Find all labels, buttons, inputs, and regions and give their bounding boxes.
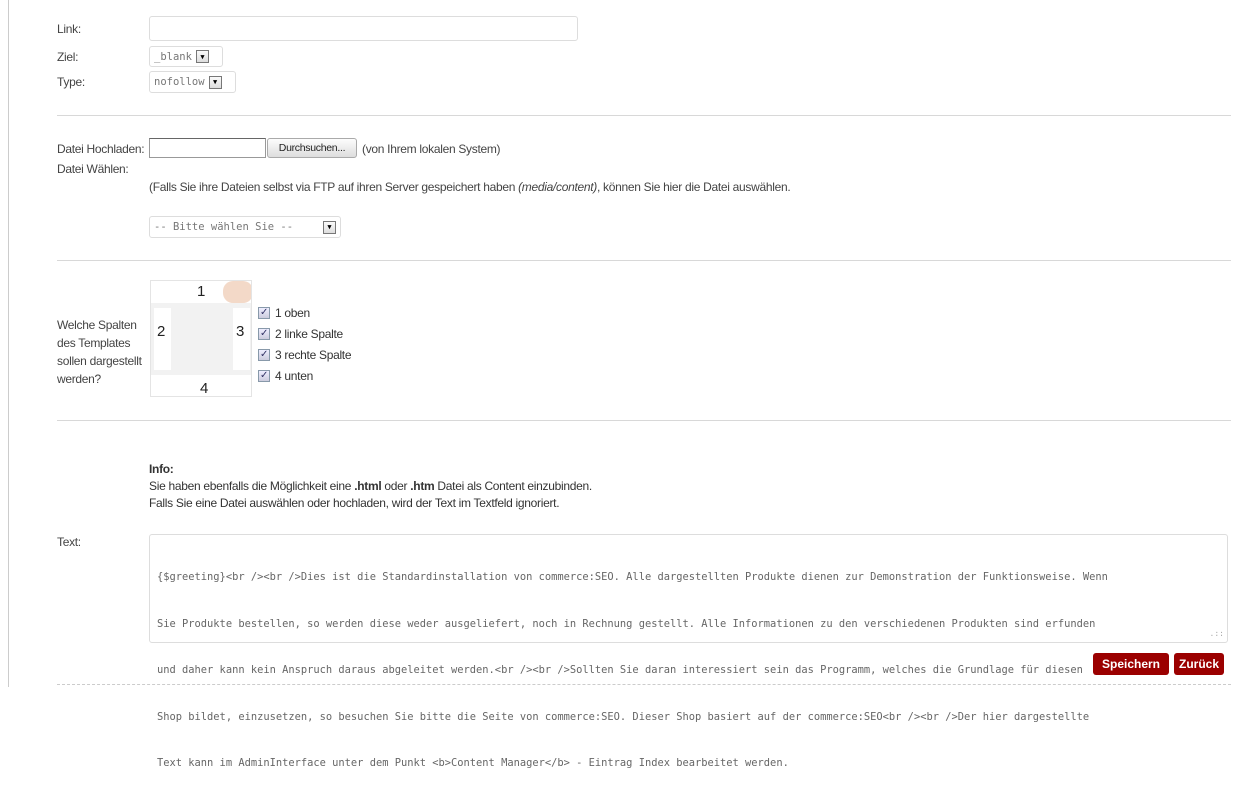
hint-path: (media/content) [518, 180, 597, 194]
save-button[interactable]: Speichern [1093, 653, 1169, 675]
link-label: Link: [57, 22, 81, 36]
choose-label: Datei Wählen: [57, 162, 129, 176]
type-label: Type: [57, 75, 85, 89]
back-button[interactable]: Zurück [1174, 653, 1224, 675]
option-label: 1 oben [275, 305, 310, 320]
text-label: Text: [57, 535, 81, 549]
hint-text: (Falls Sie ihre Dateien selbst via FTP a… [149, 180, 519, 194]
resize-handle-icon[interactable]: .:: [1210, 626, 1224, 642]
checkbox[interactable]: ✓ [258, 369, 270, 382]
textarea-line: {$greeting}<br /><br />Dies ist die Stan… [157, 571, 1108, 583]
type-select[interactable]: nofollow ▼ [149, 71, 236, 93]
column-option-left[interactable]: ✓ 2 linke Spalte [258, 323, 351, 344]
column-option-top[interactable]: ✓ 1 oben [258, 302, 351, 323]
chevron-down-icon: ▼ [195, 50, 209, 63]
info-box: Info: Sie haben ebenfalls die Möglichkei… [149, 461, 592, 512]
choose-hint: (Falls Sie ihre Dateien selbst via FTP a… [149, 180, 791, 194]
checkbox[interactable]: ✓ [258, 348, 270, 361]
checkbox[interactable]: ✓ [258, 327, 270, 340]
column-option-right[interactable]: ✓ 3 rechte Spalte [258, 344, 352, 365]
text: .htm [410, 479, 435, 493]
textarea-line: und daher kann kein Anspruch daraus abge… [157, 664, 1083, 676]
textarea-line: Text kann im AdminInterface unter dem Pu… [157, 757, 789, 769]
left-border [8, 0, 9, 687]
info-line-1: Sie haben ebenfalls die Möglichkeit eine… [149, 478, 592, 495]
checkbox[interactable]: ✓ [258, 306, 270, 319]
link-input[interactable] [149, 16, 578, 41]
info-title: Info: [149, 462, 174, 476]
info-line-2: Falls Sie eine Datei auswählen oder hoch… [149, 496, 560, 510]
option-label: 3 rechte Spalte [275, 347, 352, 362]
chevron-down-icon: ▼ [208, 75, 222, 89]
divider [57, 260, 1231, 261]
template-layout-thumbnail: 1 2 3 4 [150, 280, 252, 397]
file-select[interactable]: -- Bitte wählen Sie -- ▼ [149, 216, 341, 238]
divider [57, 115, 1231, 116]
option-label: 2 linke Spalte [275, 326, 343, 341]
file-upload-input[interactable] [149, 138, 266, 158]
text-textarea[interactable]: {$greeting}<br /><br />Dies ist die Stan… [149, 534, 1228, 769]
file-select-value: -- Bitte wählen Sie -- [154, 221, 294, 233]
column-option-bottom[interactable]: ✓ 4 unten [258, 365, 351, 386]
thumb-number: 1 [197, 283, 206, 300]
thumb-number: 3 [236, 323, 245, 340]
chevron-down-icon: ▼ [323, 220, 336, 234]
option-label: 4 unten [275, 368, 313, 383]
ziel-label: Ziel: [57, 50, 79, 64]
thumb-number: 4 [200, 380, 209, 397]
text: Datei als Content einzubinden. [434, 479, 592, 493]
upload-label: Datei Hochladen: [57, 142, 145, 156]
divider-dashed [57, 684, 1231, 685]
text: Sie haben ebenfalls die Möglichkeit eine [149, 479, 355, 493]
column-options: ✓ 1 oben ✓ 2 linke Spalte ✓ 3 rechte Spalte… [258, 302, 352, 386]
divider [57, 420, 1231, 421]
type-value: nofollow [154, 76, 205, 88]
thumb-number: 2 [157, 323, 166, 340]
browse-button[interactable]: Durchsuchen... [267, 138, 357, 158]
upload-hint: (von Ihrem lokalen System) [362, 142, 501, 156]
text: .html [354, 479, 382, 493]
thumb-face [223, 281, 251, 303]
hint-text: , können Sie hier die Datei auswählen. [596, 180, 791, 194]
text: oder [381, 479, 411, 493]
textarea-line: Shop bildet, einzusetzen, so besuchen Si… [157, 710, 1090, 723]
ziel-select[interactable]: _blank ▼ [149, 46, 223, 67]
ziel-value: _blank [154, 50, 192, 63]
textarea-line: Sie Produkte bestellen, so werden diese … [157, 617, 1096, 630]
columns-label: Welche Spalten des Templates sollen darg… [57, 318, 142, 386]
